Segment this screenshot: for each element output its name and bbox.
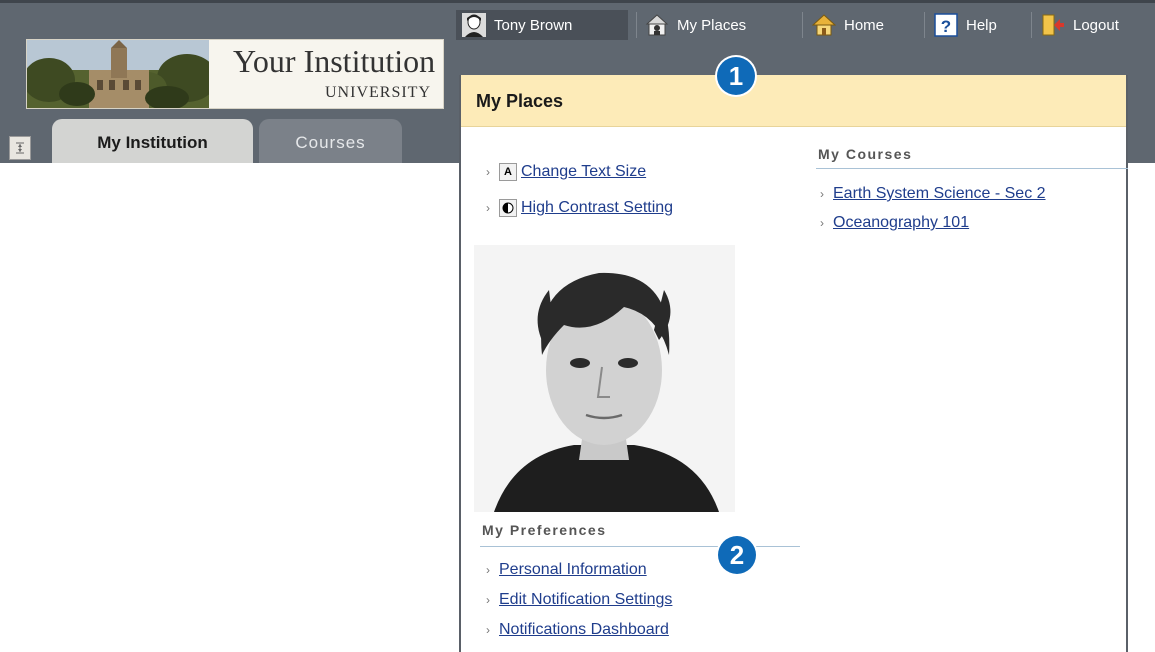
user-menu[interactable]: Tony Brown — [456, 10, 628, 40]
my-preferences-title: My Preferences — [482, 522, 607, 538]
nav-divider — [924, 12, 925, 38]
change-text-size-link[interactable]: Change Text Size — [521, 163, 646, 181]
chevron-right-icon: › — [486, 165, 490, 179]
chevron-right-icon: › — [820, 216, 824, 230]
home-label: Home — [844, 16, 885, 34]
change-text-size-row[interactable]: › A Change Text Size — [486, 163, 646, 181]
header-top-border — [0, 0, 1155, 3]
chevron-right-icon: › — [820, 187, 824, 201]
preference-item[interactable]: › Edit Notification Settings — [486, 591, 672, 609]
my-courses-divider — [816, 168, 1128, 169]
panel-header: My Places — [461, 75, 1126, 127]
chevron-right-icon: › — [486, 623, 490, 637]
logout-label: Logout — [1073, 16, 1119, 34]
institution-logo[interactable]: Your Institution UNIVERSITY — [26, 39, 444, 109]
contrast-icon — [499, 199, 517, 217]
edit-notification-settings-link[interactable]: Edit Notification Settings — [499, 591, 672, 609]
callout-marker-2: 2 — [718, 536, 756, 574]
tab-toggle-button[interactable] — [9, 136, 31, 160]
notifications-dashboard-link[interactable]: Notifications Dashboard — [499, 621, 669, 639]
user-avatar-icon — [462, 13, 486, 37]
chevron-right-icon: › — [486, 593, 490, 607]
tab-courses[interactable]: Courses — [259, 119, 402, 163]
course-item[interactable]: › Oceanography 101 — [820, 214, 969, 232]
callout-marker-1: 1 — [717, 57, 755, 95]
my-courses-title: My Courses — [818, 146, 913, 162]
logout-link[interactable]: Logout — [1041, 10, 1119, 40]
user-profile-photo — [474, 245, 735, 512]
logout-icon — [1041, 13, 1065, 37]
expand-collapse-icon — [16, 142, 24, 154]
high-contrast-row[interactable]: › High Contrast Setting — [486, 199, 673, 217]
nav-divider — [1031, 12, 1032, 38]
home-link[interactable]: Home — [812, 10, 884, 40]
preference-item[interactable]: › Personal Information — [486, 561, 647, 579]
course-link[interactable]: Oceanography 101 — [833, 214, 969, 232]
user-name: Tony Brown — [494, 16, 573, 34]
svg-text:?: ? — [941, 17, 951, 36]
text-size-icon: A — [499, 163, 517, 181]
campus-building-image — [27, 40, 209, 108]
institution-subtitle: UNIVERSITY — [325, 84, 431, 101]
home-icon — [812, 13, 836, 37]
course-item[interactable]: › Earth System Science - Sec 2 — [820, 185, 1046, 203]
my-places-icon — [645, 13, 669, 37]
nav-divider — [636, 12, 637, 38]
personal-information-link[interactable]: Personal Information — [499, 561, 647, 579]
help-label: Help — [966, 16, 997, 34]
panel-title: My Places — [476, 91, 564, 111]
nav-divider — [802, 12, 803, 38]
my-places-link[interactable]: My Places — [645, 10, 746, 40]
help-link[interactable]: ? Help — [934, 10, 997, 40]
chevron-right-icon: › — [486, 201, 490, 215]
my-places-label: My Places — [677, 16, 747, 34]
preference-item[interactable]: › Notifications Dashboard — [486, 621, 669, 639]
course-link[interactable]: Earth System Science - Sec 2 — [833, 185, 1046, 203]
high-contrast-link[interactable]: High Contrast Setting — [521, 199, 673, 217]
chevron-right-icon: › — [486, 563, 490, 577]
help-icon: ? — [934, 13, 958, 37]
tab-my-institution[interactable]: My Institution — [52, 119, 253, 163]
institution-name: Your Institution — [233, 43, 436, 79]
